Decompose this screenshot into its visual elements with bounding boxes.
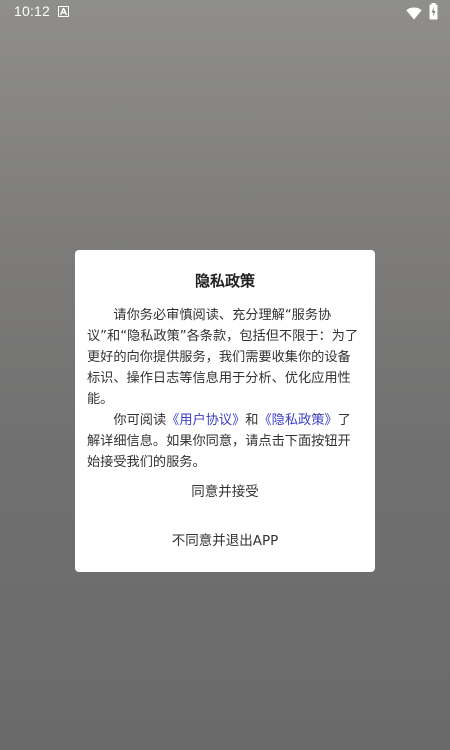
wifi-icon — [406, 5, 422, 24]
privacy-policy-dialog: 隐私政策 请你务必审慎阅读、充分理解“服务协议”和“隐私政策”各条款，包括但不限… — [75, 250, 375, 572]
battery-icon — [429, 3, 438, 24]
dialog-title: 隐私政策 — [194, 272, 255, 290]
status-bar: 10:12 — [0, 0, 450, 24]
privacy-policy-link[interactable]: 《隐私政策》 — [258, 413, 337, 428]
a-notification-icon — [58, 6, 69, 17]
policy-paragraph-2: 你可阅读《用户协议》和《隐私政策》了解详细信息。如果你同意，请点击下面按钮开始接… — [87, 410, 363, 473]
policy-paragraph-1: 请你务必审慎阅读、充分理解“服务协议”和“隐私政策”各条款，包括但不限于：为了更… — [87, 308, 359, 407]
status-time: 10:12 — [14, 3, 51, 19]
para2-prefix: 你可阅读 — [113, 413, 167, 428]
user-agreement-link[interactable]: 《用户协议》 — [166, 413, 245, 428]
para2-and: 和 — [245, 413, 259, 428]
dialog-body: 请你务必审慎阅读、充分理解“服务协议”和“隐私政策”各条款，包括但不限于：为了更… — [87, 305, 363, 473]
disagree-exit-button[interactable]: 不同意并退出APP — [75, 530, 375, 552]
agree-button[interactable]: 同意并接受 — [75, 481, 375, 503]
